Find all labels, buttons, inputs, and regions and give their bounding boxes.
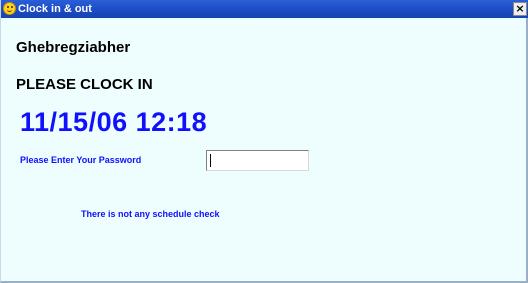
clock-in-prompt: PLEASE CLOCK IN — [16, 76, 153, 93]
schedule-message: There is not any schedule check — [81, 209, 220, 219]
password-input[interactable] — [206, 150, 309, 171]
close-button[interactable]: × — [513, 2, 527, 16]
smiley-face-icon — [3, 2, 16, 15]
text-caret — [210, 154, 211, 167]
password-label: Please Enter Your Password — [20, 155, 142, 165]
clock-in-out-window: Clock in & out × Ghebregziabher PLEASE C… — [0, 0, 528, 283]
employee-name: Ghebregziabher — [16, 39, 131, 56]
window-title: Clock in & out — [18, 3, 92, 15]
current-datetime: 11/15/06 12:18 — [20, 107, 208, 137]
title-bar[interactable]: Clock in & out × — [1, 0, 528, 18]
